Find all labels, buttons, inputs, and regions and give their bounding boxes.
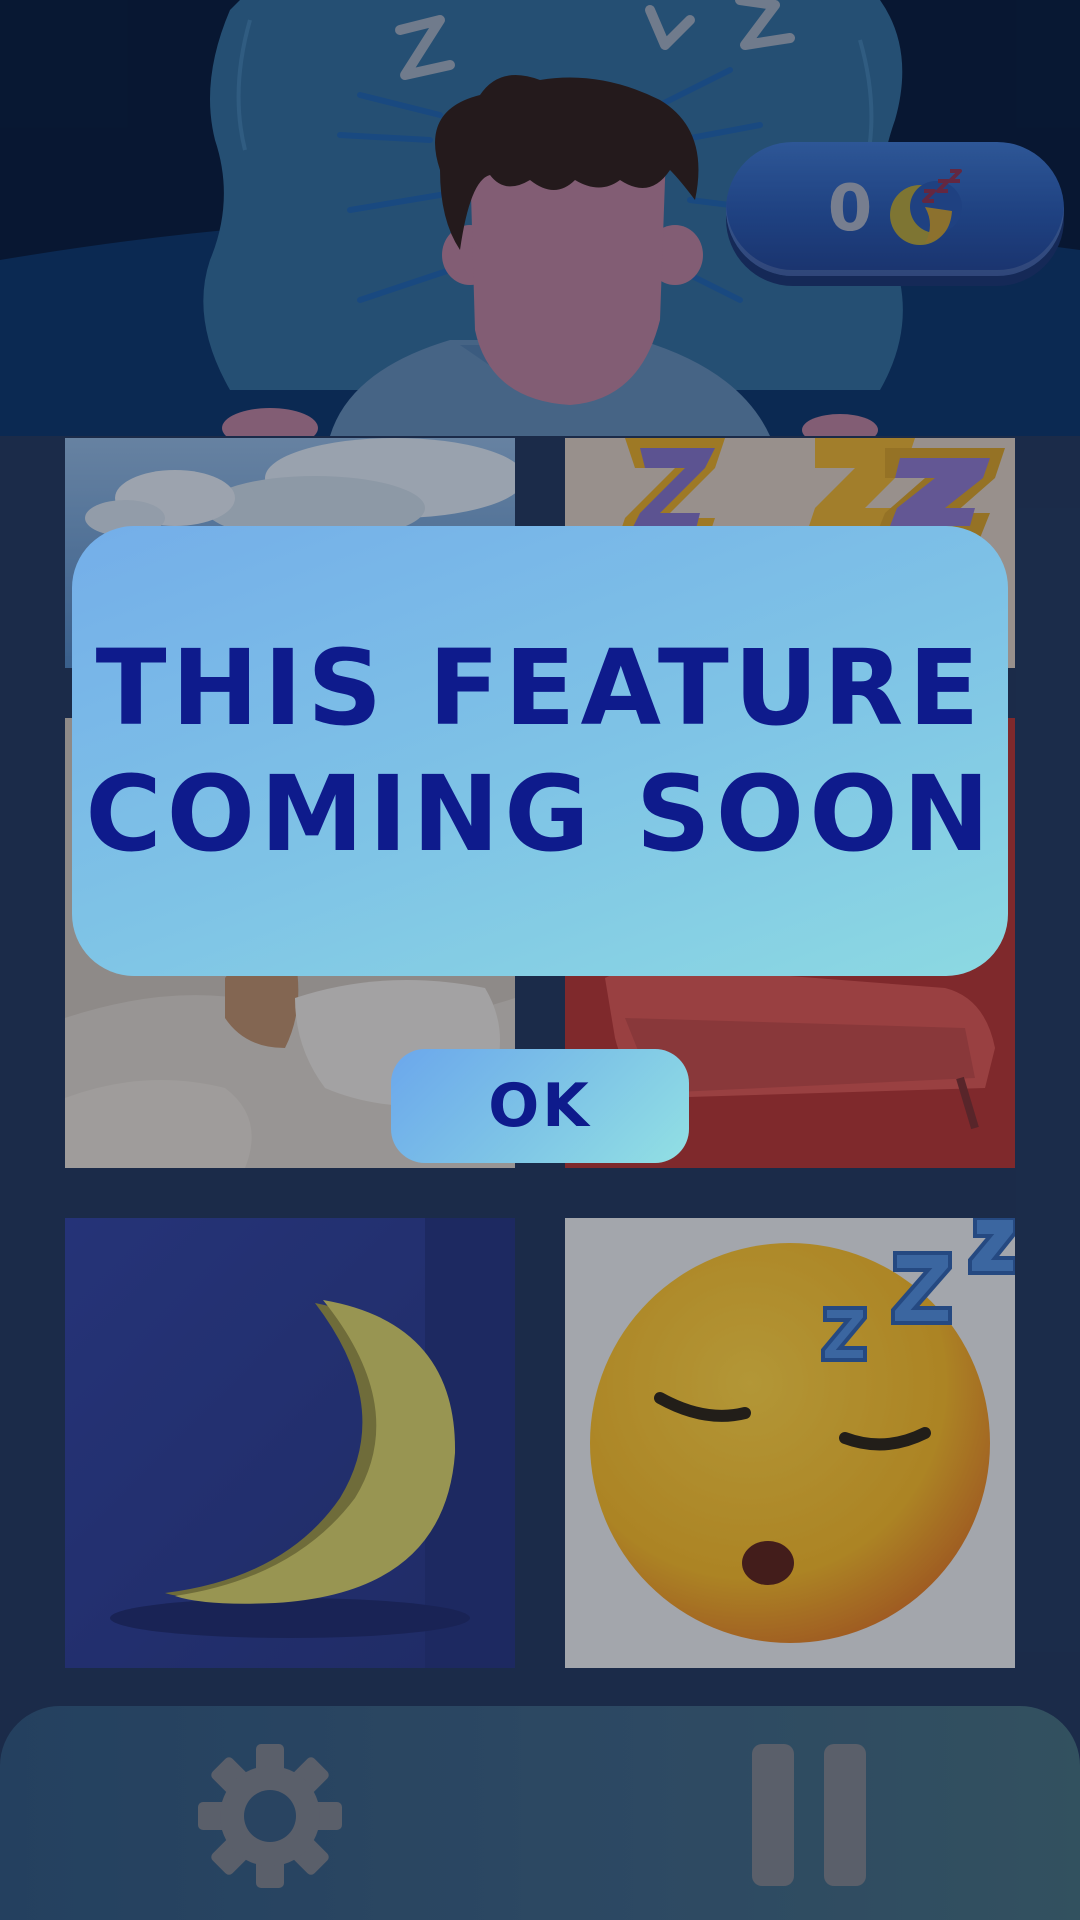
ok-button-label: OK	[488, 1071, 592, 1141]
coming-soon-dialog: THIS FEATURE COMING SOON	[72, 526, 1008, 976]
ok-button[interactable]: OK	[391, 1049, 689, 1163]
dialog-message-line-2: COMING SOON	[85, 753, 995, 875]
dialog-message-line-1: THIS FEATURE	[95, 627, 985, 749]
